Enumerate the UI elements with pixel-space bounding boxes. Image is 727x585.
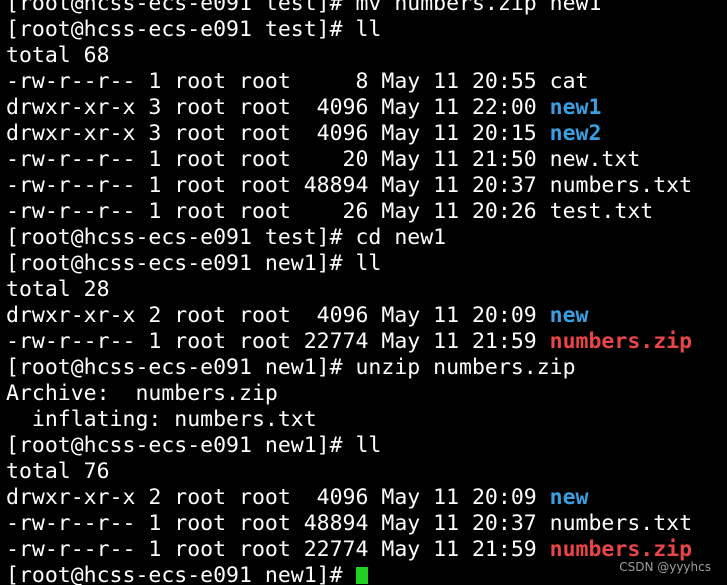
terminal-line: drwxr-xr-x 3 root root 4096 May 11 20:15…	[6, 121, 692, 147]
terminal-line: -rw-r--r-- 1 root root 48894 May 11 20:3…	[6, 511, 692, 537]
terminal-text: -rw-r--r-- 1 root root 48894 May 11 20:3…	[6, 173, 550, 198]
directory-name: new	[549, 485, 589, 510]
terminal-line: -rw-r--r-- 1 root root 26 May 11 20:26 t…	[6, 199, 692, 225]
terminal-text: new.txt	[549, 147, 641, 172]
terminal-text: [root@hcss-ecs-e091 test]# cd new1	[6, 225, 447, 250]
terminal-line: [root@hcss-ecs-e091 new1]#	[6, 563, 692, 585]
terminal-text: [root@hcss-ecs-e091 new1]# ll	[6, 433, 382, 458]
terminal-line: total 68	[6, 43, 692, 69]
directory-name: new2	[549, 121, 602, 146]
terminal-line: -rw-r--r-- 1 root root 48894 May 11 20:3…	[6, 173, 692, 199]
terminal-line: [root@hcss-ecs-e091 test]# mv numbers.zi…	[6, 0, 692, 17]
terminal-line: drwxr-xr-x 2 root root 4096 May 11 20:09…	[6, 303, 692, 329]
terminal-text: [root@hcss-ecs-e091 test]# ll	[6, 17, 382, 42]
terminal-text: [root@hcss-ecs-e091 new1]#	[6, 563, 356, 585]
terminal-window[interactable]: [root@hcss-ecs-e091 test]# mv numbers.zi…	[0, 0, 727, 585]
terminal-text: -rw-r--r-- 1 root root 48894 May 11 20:3…	[6, 511, 550, 536]
terminal-line: Archive: numbers.zip	[6, 381, 692, 407]
terminal-text: [root@hcss-ecs-e091 new1]# ll	[6, 251, 382, 276]
directory-name: new	[549, 303, 589, 328]
terminal-text: -rw-r--r-- 1 root root 22774 May 11 21:5…	[6, 537, 550, 562]
terminal-text: numbers.txt	[549, 511, 693, 536]
terminal-line: -rw-r--r-- 1 root root 8 May 11 20:55 ca…	[6, 69, 692, 95]
terminal-text: drwxr-xr-x 2 root root 4096 May 11 20:09	[6, 485, 550, 510]
terminal-output: [root@hcss-ecs-e091 test]# mv numbers.zi…	[6, 0, 692, 585]
terminal-line: drwxr-xr-x 2 root root 4096 May 11 20:09…	[6, 485, 692, 511]
terminal-text: total 68	[6, 43, 110, 68]
terminal-line: [root@hcss-ecs-e091 new1]# ll	[6, 433, 692, 459]
terminal-line: -rw-r--r-- 1 root root 20 May 11 21:50 n…	[6, 147, 692, 173]
terminal-text: drwxr-xr-x 3 root root 4096 May 11 20:15	[6, 121, 550, 146]
terminal-text: numbers.txt	[549, 173, 693, 198]
terminal-cursor	[355, 567, 368, 584]
terminal-text: -rw-r--r-- 1 root root 8 May 11 20:55	[6, 69, 550, 94]
terminal-text: [root@hcss-ecs-e091 new1]# unzip numbers…	[6, 355, 576, 380]
terminal-text: total 28	[6, 277, 110, 302]
terminal-line: inflating: numbers.txt	[6, 407, 692, 433]
terminal-text: Archive: numbers.zip	[6, 381, 278, 406]
archive-name: numbers.zip	[549, 329, 693, 354]
csdn-watermark: CSDN @yyyhcs	[619, 560, 711, 574]
terminal-text: [root@hcss-ecs-e091 test]# mv numbers.zi…	[6, 0, 602, 16]
terminal-text: total 76	[6, 459, 110, 484]
terminal-line: [root@hcss-ecs-e091 test]# ll	[6, 17, 692, 43]
terminal-text: test.txt	[549, 199, 654, 224]
terminal-text: drwxr-xr-x 2 root root 4096 May 11 20:09	[6, 303, 550, 328]
terminal-line: -rw-r--r-- 1 root root 22774 May 11 21:5…	[6, 537, 692, 563]
terminal-text: cat	[549, 69, 589, 94]
archive-name: numbers.zip	[549, 537, 693, 562]
terminal-text: drwxr-xr-x 3 root root 4096 May 11 22:00	[6, 95, 550, 120]
terminal-line: drwxr-xr-x 3 root root 4096 May 11 22:00…	[6, 95, 692, 121]
terminal-line: -rw-r--r-- 1 root root 22774 May 11 21:5…	[6, 329, 692, 355]
terminal-text: inflating: numbers.txt	[6, 407, 317, 432]
terminal-line: [root@hcss-ecs-e091 new1]# unzip numbers…	[6, 355, 692, 381]
terminal-line: total 28	[6, 277, 692, 303]
terminal-line: [root@hcss-ecs-e091 new1]# ll	[6, 251, 692, 277]
terminal-text: -rw-r--r-- 1 root root 26 May 11 20:26	[6, 199, 550, 224]
terminal-text: -rw-r--r-- 1 root root 20 May 11 21:50	[6, 147, 550, 172]
terminal-line: total 76	[6, 459, 692, 485]
terminal-line: [root@hcss-ecs-e091 test]# cd new1	[6, 225, 692, 251]
terminal-text: -rw-r--r-- 1 root root 22774 May 11 21:5…	[6, 329, 550, 354]
directory-name: new1	[549, 95, 602, 120]
